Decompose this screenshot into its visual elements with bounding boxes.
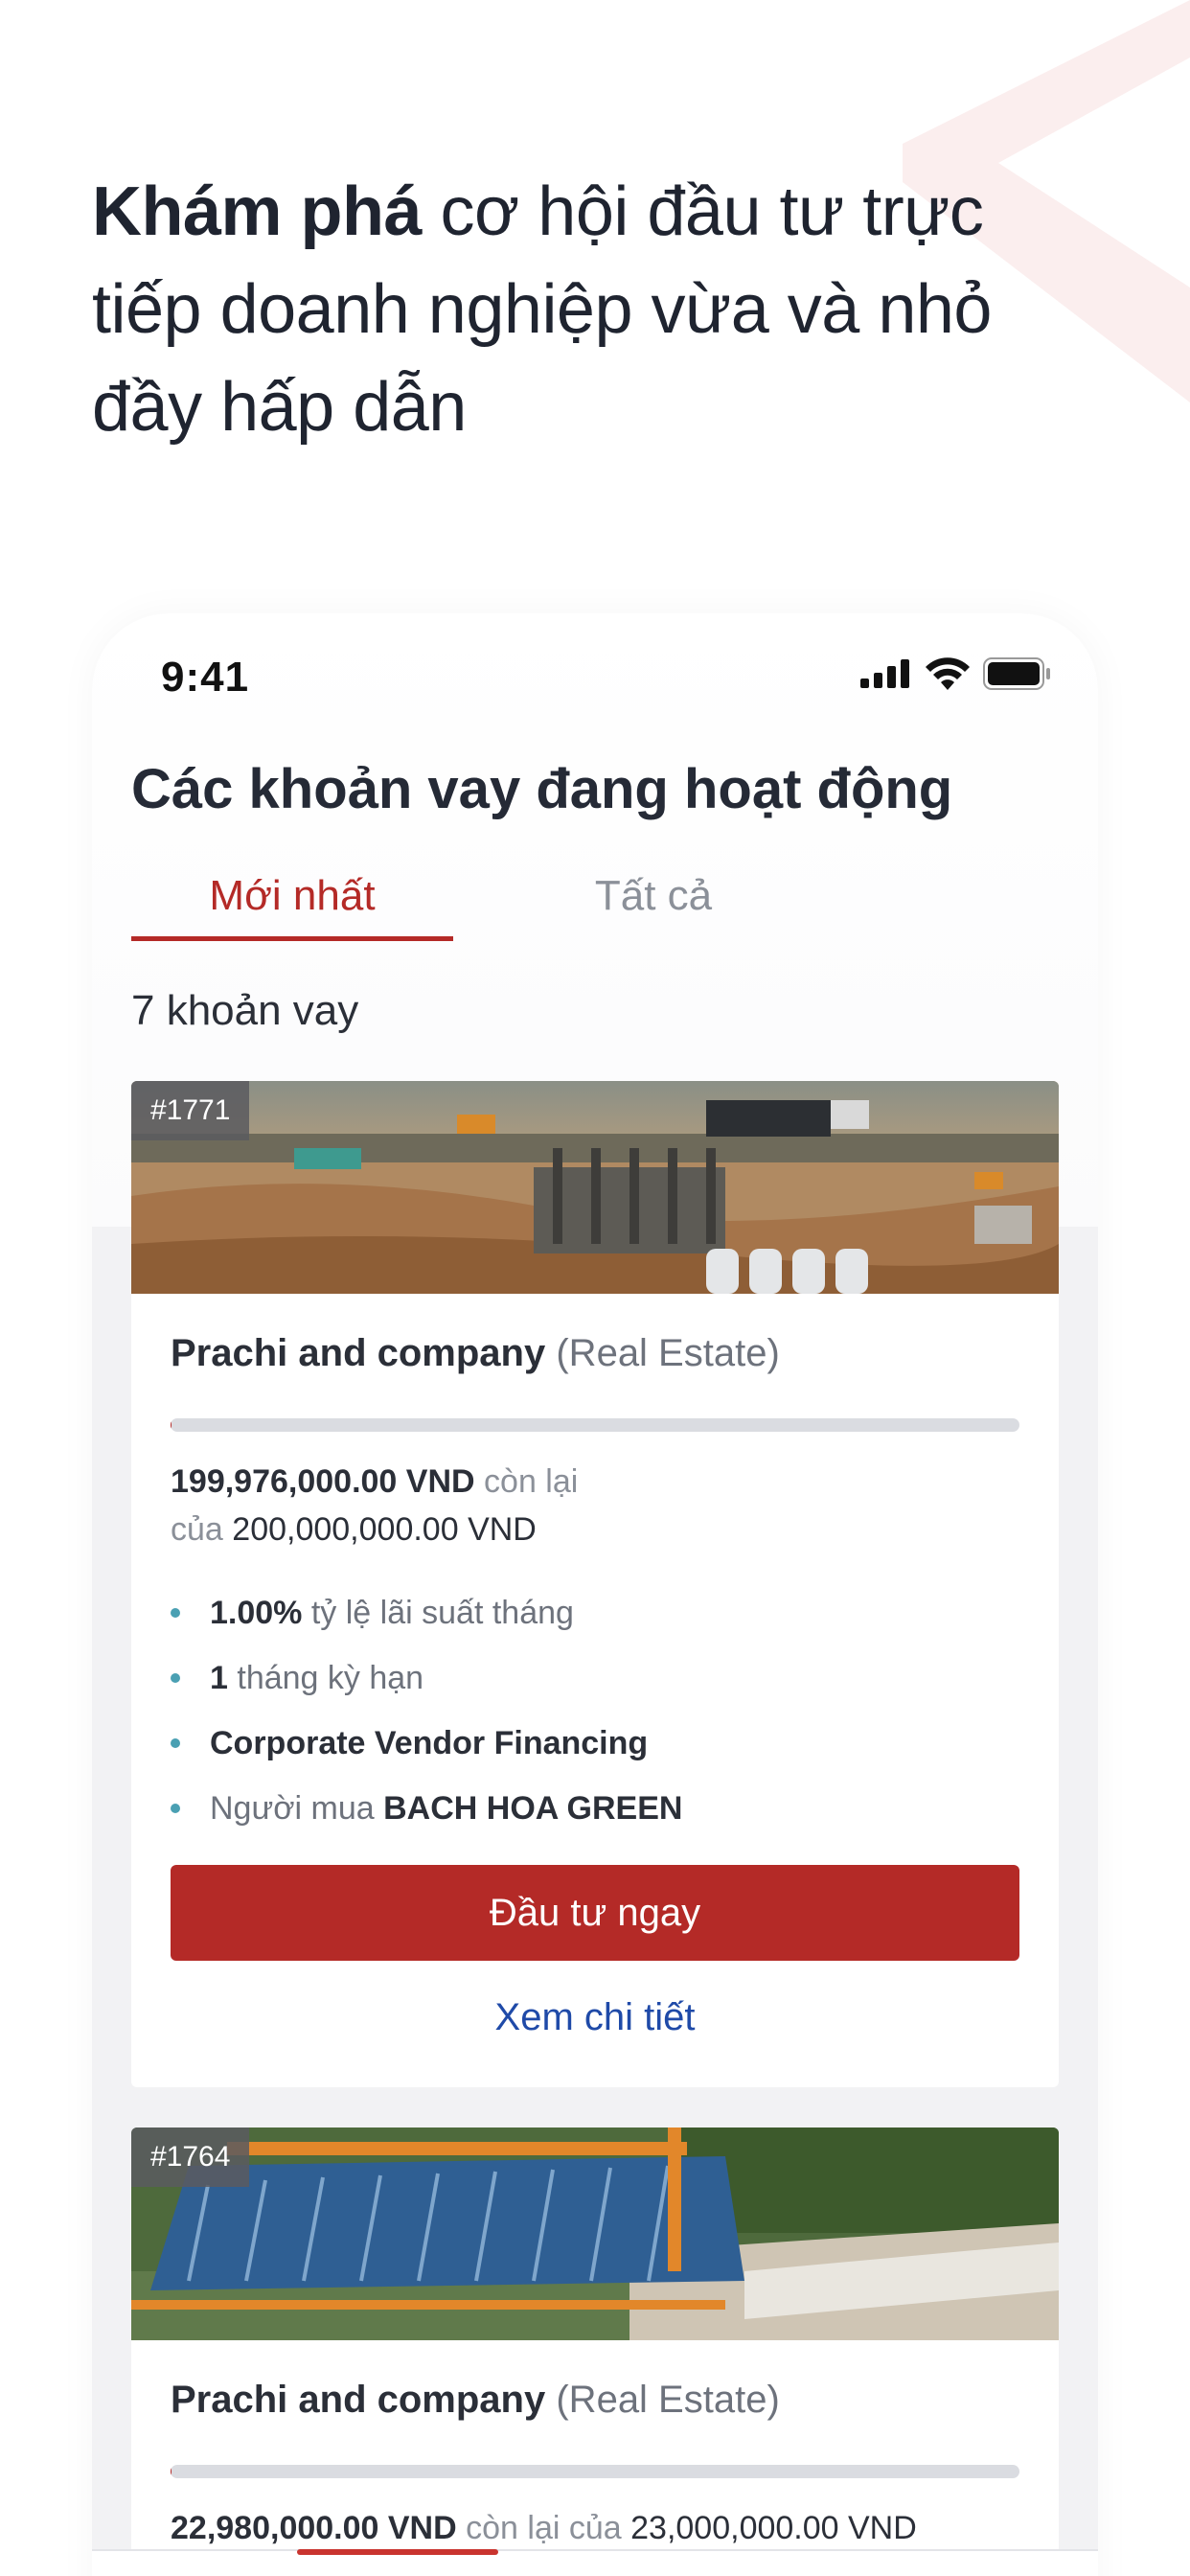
bottom-bar — [92, 2549, 1098, 2576]
interest-label: tỷ lệ lãi suất tháng — [310, 1595, 574, 1631]
phone-mockup: 9:41 Các khoản vay đang hoạt động Mới nh… — [92, 613, 1098, 2576]
loan-tabs: Mới nhất Tất cả — [131, 872, 1061, 941]
status-time: 9:41 — [161, 654, 250, 701]
funding-progress-bar — [171, 1418, 1019, 1432]
home-indicator — [297, 2549, 498, 2555]
list-item: 1.00% tỷ lệ lãi suất tháng — [171, 1589, 682, 1654]
term-value: 1 — [210, 1660, 228, 1696]
hero-headline-bold: Khám phá — [92, 173, 423, 250]
loan-id-badge: #1771 — [131, 1081, 250, 1140]
list-item: Corporate Vendor Financing — [171, 1719, 682, 1784]
invest-now-button[interactable]: Đầu tư ngay — [171, 1865, 1019, 1961]
total-amount: 23,000,000.00 VND — [630, 2510, 917, 2546]
remaining-suffix: còn lại của — [466, 2510, 622, 2546]
buyer-name: BACH HOA GREEN — [383, 1790, 683, 1827]
total-amount: 200,000,000.00 VND — [232, 1511, 537, 1548]
amount-remaining: 199,976,000.00 VND còn lại của 200,000,0… — [171, 1458, 578, 1553]
status-icons — [860, 657, 1052, 690]
funding-progress-fill — [171, 2465, 172, 2478]
hero-headline: Khám phá cơ hội đầu tư trực tiếp doanh n… — [92, 163, 1069, 456]
buyer-label: Người mua — [210, 1790, 375, 1827]
construction-site-photo: #1771 — [131, 1081, 1059, 1294]
wifi-icon — [926, 657, 970, 690]
loan-card: #1764 Prachi and company (Real Estate) 2… — [131, 2128, 1059, 2576]
amount-remaining: 22,980,000.00 VND còn lại của 23,000,000… — [171, 2504, 917, 2552]
battery-icon — [983, 657, 1050, 690]
tab-all[interactable]: Tất cả — [534, 872, 773, 941]
of-label: của — [171, 1511, 223, 1548]
view-details-link[interactable]: Xem chi tiết — [131, 1996, 1059, 2039]
remaining-amount: 22,980,000.00 VND — [171, 2510, 457, 2546]
product-name: Corporate Vendor Financing — [210, 1725, 649, 1761]
term-label: tháng kỳ hạn — [237, 1660, 424, 1696]
company-label: Prachi and company — [171, 2379, 546, 2421]
industry-label: (Real Estate) — [556, 2379, 780, 2421]
company-label: Prachi and company — [171, 1332, 546, 1374]
page-title: Các khoản vay đang hoạt động — [131, 758, 953, 820]
loan-card: #1771 Prachi and company (Real Estate) 1… — [131, 1081, 1059, 2087]
company-name: Prachi and company (Real Estate) — [171, 1332, 780, 1375]
loan-features-list: 1.00% tỷ lệ lãi suất tháng 1 tháng kỳ hạ… — [171, 1589, 682, 1850]
list-item: Người mua BACH HOA GREEN — [171, 1784, 682, 1850]
bridge-construction-photo: #1764 — [131, 2128, 1059, 2340]
funding-progress-bar — [171, 2465, 1019, 2478]
status-bar: 9:41 — [92, 613, 1098, 738]
list-item: 1 tháng kỳ hạn — [171, 1654, 682, 1719]
loan-count: 7 khoản vay — [131, 987, 359, 1034]
tab-newest[interactable]: Mới nhất — [131, 872, 453, 941]
signal-icon — [860, 659, 909, 688]
remaining-amount: 199,976,000.00 VND — [171, 1463, 475, 1500]
loan-id-badge: #1764 — [131, 2128, 250, 2187]
interest-value: 1.00% — [210, 1595, 303, 1631]
industry-label: (Real Estate) — [556, 1332, 780, 1374]
company-name: Prachi and company (Real Estate) — [171, 2379, 780, 2422]
remaining-suffix: còn lại — [484, 1463, 579, 1500]
